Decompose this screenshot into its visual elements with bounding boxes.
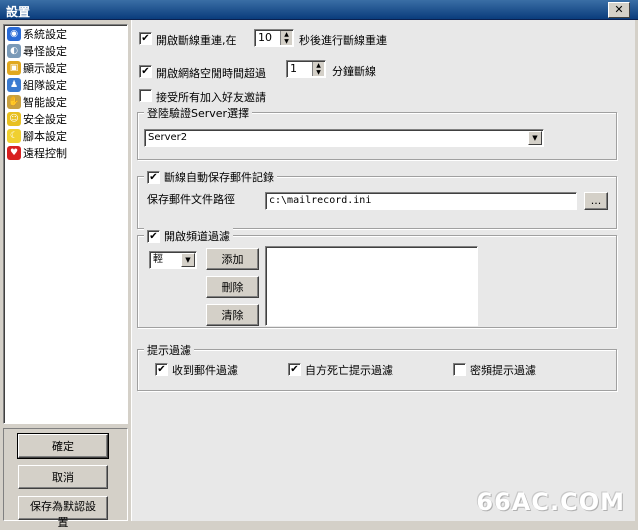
channel-filter-group: ✔ 開啟頻道過濾 輕 ▼ 添加 刪除 清除 [137, 228, 617, 328]
security-icon: ☺ [7, 111, 21, 126]
sidebar-item[interactable]: ◐ 尋怪設定 [4, 42, 127, 59]
sidebar-item[interactable]: ♟ 組隊設定 [4, 76, 127, 93]
sidebar-item-label: 組隊設定 [23, 78, 67, 92]
server-group-title: 登陸驗證Server選擇 [144, 105, 253, 121]
hint-whisper-checkbox[interactable] [453, 363, 466, 376]
idle-checkbox[interactable]: ✔ [139, 65, 152, 78]
hint-whisper-label: 密頻提示過濾 [470, 364, 536, 377]
channel-filter-list[interactable] [265, 246, 478, 326]
cancel-button[interactable]: 取消 [18, 465, 108, 489]
sidebar-item-label: 遠程控制 [23, 146, 67, 160]
chevron-down-icon[interactable]: ▼ [181, 253, 195, 267]
sidebar-item-label: 顯示設定 [23, 61, 67, 75]
server-select[interactable]: Server2 ▼ [144, 129, 544, 147]
server-select-value: Server2 [148, 132, 188, 143]
script-icon: ☾ [7, 128, 21, 143]
sidebar-item[interactable]: ♥ 遠程控制 [4, 144, 127, 161]
window-title: 設置 [6, 5, 31, 19]
mail-save-checkbox[interactable]: ✔ [147, 170, 160, 184]
hint-death-label: 自方死亡提示過濾 [305, 364, 393, 377]
channel-clear-button[interactable]: 清除 [206, 304, 259, 326]
hint-mail-label: 收到郵件過濾 [172, 364, 238, 377]
idle-label: 開啟網絡空閒時間超過 [156, 67, 266, 80]
reconnect-seconds-spinner[interactable]: 10 ▲ ▼ [254, 29, 294, 47]
dialog-button-area: 確定 取消 保存為默認設置 [3, 428, 128, 529]
close-icon: ✕ [614, 3, 624, 16]
hint-filter-group: 提示過濾 ✔ 收到郵件過濾 ✔ 自方死亡提示過濾 密頻提示過濾 [137, 342, 617, 391]
reconnect-seconds-value: 10 [258, 31, 272, 44]
sidebar-item-label: 安全設定 [23, 112, 67, 126]
ok-button[interactable]: 確定 [17, 433, 109, 459]
system-icon: ◉ [7, 26, 21, 41]
sidebar-item[interactable]: ◉ 系統設定 [4, 25, 127, 42]
mail-path-label: 保存郵件文件路徑 [147, 193, 235, 206]
sidebar-item-label: 尋怪設定 [23, 44, 67, 58]
accept-friends-checkbox[interactable] [139, 89, 152, 102]
search-monster-icon: ◐ [7, 43, 21, 58]
sidebar-item[interactable]: ✋ 智能設定 [4, 93, 127, 110]
spinner-arrows-icon[interactable]: ▲ ▼ [280, 31, 292, 45]
channel-filter-title: ✔ 開啟頻道過濾 [144, 228, 233, 244]
reconnect-label: 開啟斷線重連,在 [156, 34, 237, 47]
idle-minutes-spinner[interactable]: 1 ▲ ▼ [286, 60, 326, 78]
sidebar-item[interactable]: ▣ 顯示設定 [4, 59, 127, 76]
mail-path-value: c:\mailrecord.ini [269, 195, 372, 206]
spinner-arrows-icon[interactable]: ▲ ▼ [312, 62, 324, 76]
settings-content: ✔ 開啟斷線重連,在 10 ▲ ▼ 秒後進行斷線重連 ✔ 開啟網絡空閒時間超過 1… [131, 20, 635, 521]
mail-group: ✔ 斷線自動保存郵件記錄 保存郵件文件路徑 c:\mailrecord.ini … [137, 169, 617, 229]
reconnect-checkbox[interactable]: ✔ [139, 32, 152, 45]
reconnect-suffix-label: 秒後進行斷線重連 [299, 34, 387, 47]
window-titlebar: 設置 ✕ [0, 0, 638, 20]
accept-friends-label: 接受所有加入好友邀請 [156, 91, 266, 104]
server-group: 登陸驗證Server選擇 Server2 ▼ [137, 105, 617, 160]
mail-path-input[interactable]: c:\mailrecord.ini [265, 192, 577, 210]
sidebar-item-label: 系統設定 [23, 27, 67, 41]
channel-level-select[interactable]: 輕 ▼ [149, 251, 197, 269]
sidebar-item-label: 智能設定 [23, 95, 67, 109]
channel-filter-checkbox[interactable]: ✔ [147, 229, 160, 243]
hint-mail-checkbox[interactable]: ✔ [155, 363, 168, 376]
browse-button[interactable]: ... [584, 192, 608, 210]
idle-suffix-label: 分鐘斷線 [332, 65, 376, 78]
sidebar-item[interactable]: ☺ 安全設定 [4, 110, 127, 127]
hint-death-checkbox[interactable]: ✔ [288, 363, 301, 376]
watermark: 66AC.COM [476, 488, 625, 516]
remote-icon: ♥ [7, 145, 21, 160]
idle-minutes-value: 1 [290, 62, 297, 75]
display-icon: ▣ [7, 60, 21, 75]
channel-add-button[interactable]: 添加 [206, 248, 259, 270]
chevron-down-icon[interactable]: ▼ [528, 131, 542, 145]
close-button[interactable]: ✕ [608, 2, 630, 18]
sidebar-item-label: 腳本設定 [23, 129, 67, 143]
channel-level-value: 輕 [153, 254, 163, 265]
settings-tree: ◉ 系統設定 ◐ 尋怪設定 ▣ 顯示設定 ♟ 組隊設定 ✋ 智能設定 ☺ 安全設定 ☾ 腳本設定 ♥ 遠程控制 [3, 24, 128, 424]
hint-filter-title: 提示過濾 [144, 342, 194, 358]
save-default-button[interactable]: 保存為默認設置 [18, 496, 108, 529]
sidebar-item[interactable]: ☾ 腳本設定 [4, 127, 127, 144]
smart-icon: ✋ [7, 94, 21, 109]
channel-delete-button[interactable]: 刪除 [206, 276, 259, 298]
mail-group-title: ✔ 斷線自動保存郵件記錄 [144, 169, 277, 185]
team-icon: ♟ [7, 77, 21, 92]
